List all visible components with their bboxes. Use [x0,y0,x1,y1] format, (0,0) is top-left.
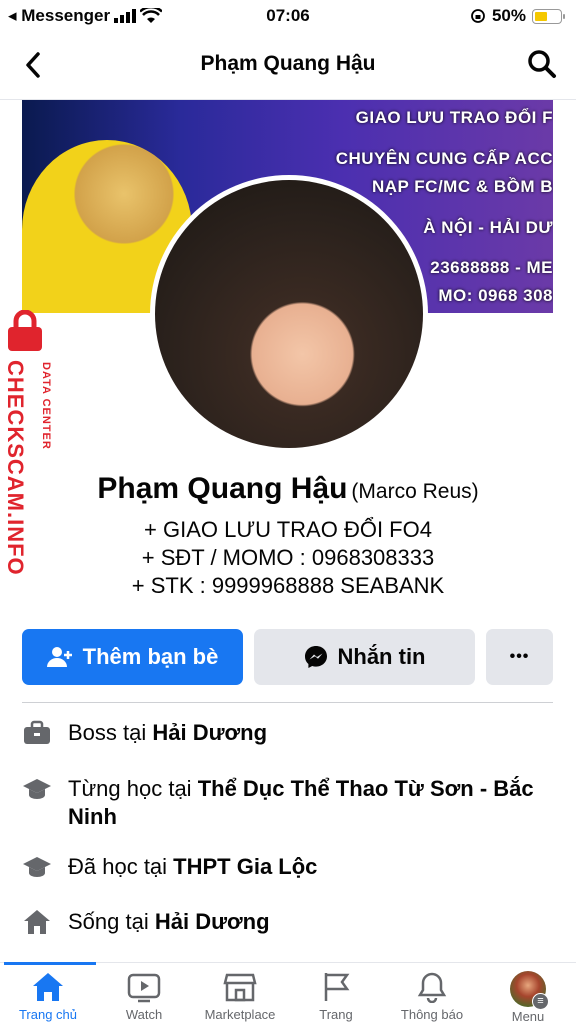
cover-text-line: GIAO LƯU TRAO ĐỔI F [355,108,553,127]
info-work-place[interactable]: Hải Dương [152,720,267,745]
bio-line: + SĐT / MOMO : 0968308333 [141,545,435,570]
tab-label: Trang chủ [18,1007,78,1022]
tab-watch[interactable]: Watch [96,963,192,1024]
search-icon[interactable] [526,48,558,80]
info-work: Boss tại Hải Dương [22,719,562,747]
cover-text-line: NẠP FC/MC & BỒM B [371,177,553,196]
tab-home[interactable]: Trang chủ [0,962,96,1024]
info-lives-place[interactable]: Hải Dương [155,909,270,934]
rotation-lock-icon [471,9,485,23]
message-button[interactable]: Nhắn tin [254,629,475,685]
graduation-cap-icon [23,779,51,799]
message-label: Nhắn tin [337,644,426,669]
info-studied2-place[interactable]: THPT Gia Lộc [173,854,317,879]
section-divider [22,702,553,703]
info-education-1: Từng học tại Thể Dục Thể Thao Từ Sơn - B… [22,775,562,831]
profile-bio: + GIAO LƯU TRAO ĐỔI FO4 + SĐT / MOMO : 0… [0,516,576,600]
bottom-tab-bar: Trang chủ Watch Marketplace Trang Thông … [0,962,576,1024]
info-lives: Sống tại Hải Dương [22,908,562,936]
tab-label: Watch [125,1007,163,1022]
tab-notifications[interactable]: Thông báo [384,963,480,1024]
menu-avatar [510,971,549,1010]
battery-percent: 50% [491,6,526,25]
add-friend-label: Thêm bạn bè [82,644,219,669]
profile-header: Phạm Quang Hậu [0,32,576,100]
home-icon [24,910,50,934]
pages-flag-icon [324,973,350,1001]
profile-name-block: Phạm Quang Hậu (Marco Reus) [0,472,576,506]
briefcase-icon [24,720,50,744]
messenger-icon [304,646,327,668]
battery-icon [532,8,565,24]
info-lives-prefix: Sống tại [68,909,155,934]
tab-pages[interactable]: Trang [288,963,384,1024]
graduation-cap-icon [23,857,51,877]
cover-text-line: 23688888 - ME [430,258,553,277]
profile-picture-image [155,180,423,448]
tab-label: Marketplace [204,1007,276,1022]
watch-icon [127,973,161,1003]
profile-alternate-name: (Marco Reus) [351,480,479,503]
tab-label: Menu [511,1009,545,1024]
info-studied1-prefix: Từng học tại [68,776,198,801]
home-icon [33,973,63,1001]
info-studied2-prefix: Đã học tại [68,854,174,879]
lock-icon [8,310,42,351]
bio-line: + GIAO LƯU TRAO ĐỔI FO4 [144,517,432,542]
cover-text-line: À NỘI - HẢI DƯ [423,218,553,237]
profile-actions: Thêm bạn bè Nhắn tin ••• [22,629,553,685]
add-friend-button[interactable]: Thêm bạn bè [22,629,243,685]
bell-icon [417,972,447,1003]
cover-text-line: MO: 0968 308 [438,286,553,305]
add-friend-icon [46,647,72,667]
marketplace-icon [223,973,257,1002]
info-work-prefix: Boss tại [68,720,153,745]
status-bar: ◂ Messenger 07:06 50% [0,0,576,32]
page-title: Phạm Quang Hậu [200,52,376,75]
more-options-button[interactable]: ••• [486,629,553,685]
tab-marketplace[interactable]: Marketplace [192,963,288,1024]
watermark-sub: DATA CENTER [40,362,52,450]
profile-name: Phạm Quang Hậu [97,472,348,505]
info-education-2: Đã học tại THPT Gia Lộc [22,853,562,881]
profile-picture[interactable] [150,175,428,453]
tab-menu[interactable]: Menu [480,963,576,1024]
tab-label: Trang [319,1007,353,1022]
more-dots-icon: ••• [509,648,530,665]
bio-line: + STK : 9999968888 SEABANK [131,573,445,598]
cover-text-line: CHUYÊN CUNG CẤP ACC [335,149,553,168]
tab-label: Thông báo [400,1007,464,1022]
